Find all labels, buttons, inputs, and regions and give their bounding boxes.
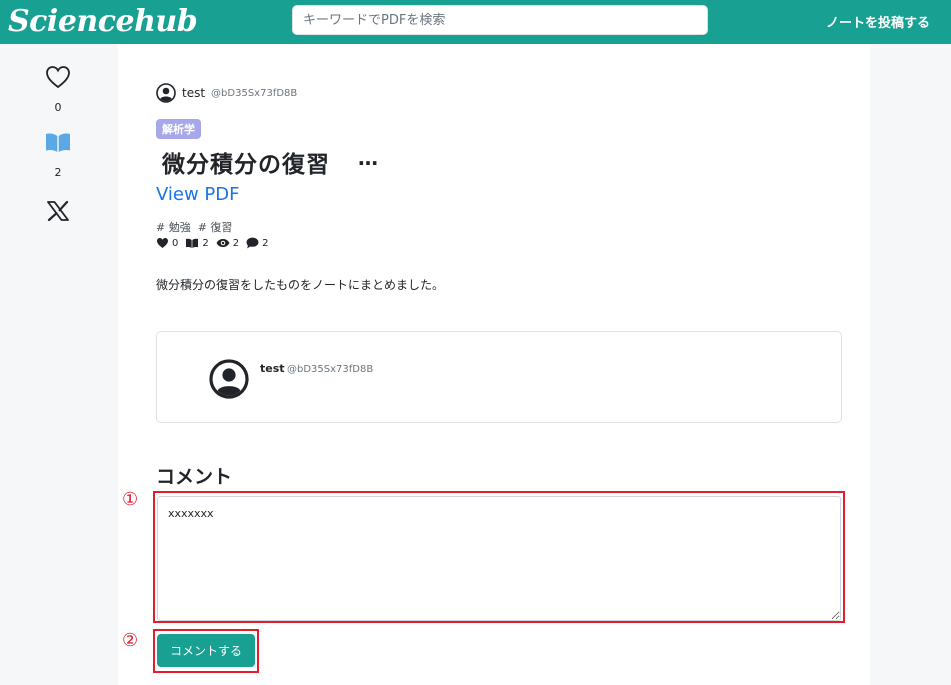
author-card: test @bD35Sx73fD8B <box>156 331 842 423</box>
note-title: 微分積分の復習 <box>162 152 330 178</box>
category-badge[interactable]: 解析学 <box>156 119 201 139</box>
views-count: 2 <box>232 237 240 249</box>
author-card-handle: @bD35Sx73fD8B <box>287 364 374 375</box>
author-card-name[interactable]: test <box>260 362 285 375</box>
right-gutter <box>870 44 951 685</box>
user-avatar-icon <box>156 83 176 103</box>
book-icon <box>186 238 199 248</box>
comments-stat: 2 <box>246 237 269 249</box>
bookmark-count: 2 <box>54 166 62 179</box>
annotation-marker-1: ① <box>122 489 139 510</box>
annotation-marker-2: ② <box>122 630 139 651</box>
submit-comment-button[interactable]: コメントする <box>157 634 255 667</box>
likes-count: 0 <box>172 237 179 249</box>
x-logo-icon <box>47 201 69 221</box>
views-stat: 2 <box>216 238 239 249</box>
comment-heading: コメント <box>156 466 233 488</box>
more-options-button[interactable]: … <box>358 146 378 170</box>
search-input[interactable] <box>292 5 708 35</box>
note-stats: 0 2 2 2 <box>156 237 276 249</box>
action-sidebar: 0 2 <box>0 44 118 685</box>
tag-list: # 勉強 # 復習 <box>156 219 232 235</box>
tag-item[interactable]: # 勉強 <box>156 219 191 235</box>
comments-count: 2 <box>262 237 269 249</box>
heart-icon <box>157 238 168 248</box>
author-handle: @bD35Sx73fD8B <box>211 87 298 99</box>
note-description: 微分積分の復習をしたものをノートにまとめました。 <box>156 278 445 292</box>
speech-bubble-icon <box>246 237 259 249</box>
open-book-icon <box>46 133 70 152</box>
share-x-button[interactable] <box>45 198 71 224</box>
view-pdf-link[interactable]: View PDF <box>156 184 240 205</box>
sciencehub-logo[interactable]: Sciencehub <box>8 2 198 42</box>
note-detail-panel: test @bD35Sx73fD8B 解析学 微分積分の復習 … View PD… <box>118 44 870 685</box>
bookmarks-stat: 2 <box>185 237 209 249</box>
eye-icon <box>216 239 230 247</box>
bookmarks-count: 2 <box>202 237 209 249</box>
bookmark-button[interactable] <box>45 130 71 156</box>
author-name: test <box>182 86 206 100</box>
heart-outline-icon <box>46 66 70 89</box>
user-avatar-icon[interactable] <box>209 359 249 399</box>
tag-item[interactable]: # 復習 <box>198 219 233 235</box>
like-count: 0 <box>54 101 62 114</box>
comment-input[interactable]: xxxxxxx <box>157 496 841 621</box>
note-author[interactable]: test @bD35Sx73fD8B <box>156 83 297 103</box>
likes-stat: 0 <box>156 237 178 249</box>
top-navbar: Sciencehub ノートを投稿する <box>0 0 951 44</box>
like-button[interactable] <box>45 64 71 90</box>
post-note-link[interactable]: ノートを投稿する <box>826 12 930 31</box>
